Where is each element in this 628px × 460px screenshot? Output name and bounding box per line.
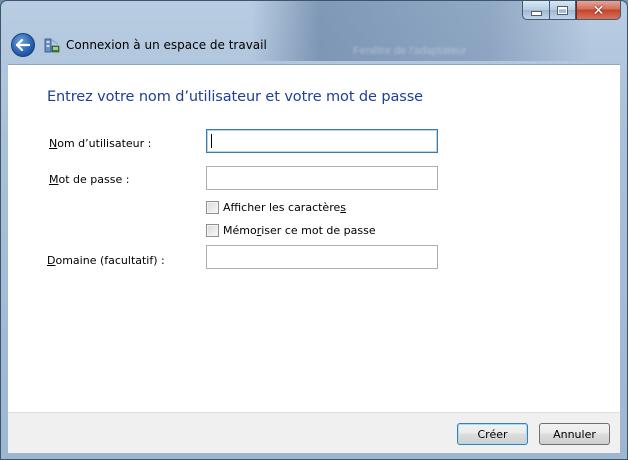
show-characters-checkbox-row[interactable]: Afficher les caractères (206, 201, 346, 214)
page-heading: Entrez votre nom d’utilisateur et votre … (47, 89, 423, 105)
remember-password-checkbox-row[interactable]: Mémoriser ce mot de passe (206, 224, 376, 237)
back-arrow-icon (16, 39, 30, 51)
maximize-button[interactable] (549, 1, 576, 20)
password-input[interactable] (206, 166, 438, 190)
caption-buttons: ✕ (522, 1, 621, 21)
back-button[interactable] (11, 33, 35, 57)
username-label: Nom d’utilisateur : (49, 137, 151, 150)
maximize-icon (557, 5, 568, 15)
minimize-button[interactable] (522, 1, 549, 20)
username-label-text: om d’utilisateur : (57, 137, 152, 150)
username-input[interactable] (206, 129, 438, 153)
content-pane: Entrez votre nom d’utilisateur et votre … (8, 64, 620, 413)
remember-password-label-post: iser ce mot de passe (261, 224, 376, 237)
domain-input[interactable] (206, 245, 438, 269)
cancel-button[interactable]: Annuler (539, 423, 610, 445)
password-label-accel: M (49, 173, 59, 186)
password-label: Mot de passe : (49, 173, 129, 186)
workspace-connection-icon (44, 38, 60, 53)
domain-label-text: omaine (facultatif) : (55, 254, 165, 267)
remember-password-label-pre: Mémo (223, 224, 257, 237)
remember-password-label: Mémoriser ce mot de passe (223, 224, 376, 237)
show-characters-label: Afficher les caractères (223, 201, 346, 214)
password-label-text: ot de passe : (58, 173, 130, 186)
wizard-title: Connexion à un espace de travail (66, 38, 267, 52)
show-characters-label-accel: s (340, 201, 346, 214)
button-bar: Créer Annuler (8, 412, 620, 453)
minimize-icon (530, 11, 542, 16)
remember-password-checkbox[interactable] (206, 224, 219, 237)
dialog-window: Fenêtre de l'adaptateur ✕ Connexion à un… (0, 0, 628, 460)
close-icon: ✕ (592, 2, 605, 18)
create-button[interactable]: Créer (457, 423, 528, 445)
username-label-accel: N (49, 137, 58, 150)
show-characters-checkbox[interactable] (206, 201, 219, 214)
show-characters-label-text: Afficher les caractère (223, 201, 341, 214)
close-button[interactable]: ✕ (576, 1, 621, 20)
text-caret (211, 134, 212, 148)
domain-label: Domaine (facultatif) : (47, 254, 165, 267)
background-window-text: Fenêtre de l'adaptateur (353, 45, 467, 57)
